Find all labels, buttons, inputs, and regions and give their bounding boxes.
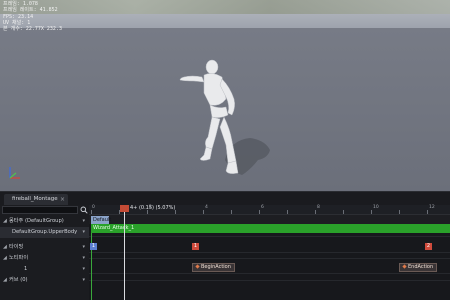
section-default[interactable]: Default	[91, 216, 111, 224]
search-icon[interactable]	[80, 206, 88, 214]
dropdown-arrow-icon[interactable]: ▾	[82, 242, 85, 253]
tick-label: 0	[92, 205, 95, 210]
lane-divider	[89, 273, 450, 274]
ruler-tick	[427, 210, 428, 214]
ruler-tick	[91, 210, 92, 214]
track-label: 노티파이	[9, 255, 29, 261]
lane-divider	[89, 236, 450, 237]
track-notifies[interactable]: ◢ 노티파이 ▾	[0, 253, 89, 264]
close-icon[interactable]: ×	[60, 194, 65, 205]
viewport[interactable]: 프레임: 1.078 프레임 레이트: 41.852 FPS: 23.14 UV…	[0, 0, 450, 191]
ruler-tick	[287, 210, 288, 214]
viewport-stats: 프레임: 1.078 프레임 레이트: 41.852 FPS: 23.14 UV…	[3, 1, 62, 32]
lane-divider	[89, 252, 450, 253]
tick-label: 8	[317, 205, 320, 210]
dropdown-arrow-icon[interactable]: ▾	[82, 216, 85, 227]
montage-tab-bar: fireball_Montage ×	[0, 191, 450, 206]
tree-line	[0, 0, 450, 14]
track-label: 타이밍	[9, 244, 24, 250]
track-curves[interactable]: ◢ 커브 (0) ▾	[0, 275, 89, 286]
track-list-panel: ◢ 몽타주 (DefaultGroup) ▾ DefaultGroup.Uppe…	[0, 205, 90, 300]
stat-line: 프레임 레이트: 41.852	[3, 7, 58, 14]
track-label: 1	[24, 266, 28, 272]
tick-label: 6	[261, 205, 264, 210]
notify-label: EndAction	[408, 264, 434, 270]
section-marker[interactable]: 2	[425, 243, 432, 250]
tick-label: 12	[429, 205, 435, 210]
dropdown-arrow-icon[interactable]: ▾	[82, 253, 85, 264]
track-timing[interactable]: ◢ 타이밍 ▾	[0, 242, 89, 253]
ruler-tick	[203, 210, 204, 214]
section-marker[interactable]: 1	[192, 243, 199, 250]
montage-timeline[interactable]: 0 2 4 6 8 10 12 Default Wizard_Attack_1	[89, 205, 450, 300]
track-label: 커브 (0)	[9, 277, 28, 283]
ruler-tick	[231, 210, 232, 214]
tick-label: 4	[205, 205, 208, 210]
search-input[interactable]	[2, 206, 78, 214]
expand-caret-icon[interactable]: ◢	[3, 242, 7, 253]
mannequin-character	[179, 59, 239, 174]
ruler-tick	[399, 210, 400, 214]
section-marker[interactable]: 1	[90, 243, 97, 250]
track-notify-1[interactable]: 1 ▾	[0, 264, 89, 275]
track-slot-upperbody[interactable]: DefaultGroup.UpperBody ▾	[0, 227, 89, 238]
segment-label: Wizard_Attack_1	[93, 225, 135, 231]
notify-diamond-icon	[195, 264, 200, 269]
dropdown-arrow-icon[interactable]: ▾	[82, 275, 85, 286]
lane-divider	[89, 258, 450, 259]
lane-divider	[89, 280, 450, 281]
track-label: 몽타주 (DefaultGroup)	[9, 218, 64, 224]
notify-label: BeginAction	[201, 264, 231, 270]
stat-line: 본 개수: 22.77X 232.3	[3, 26, 62, 33]
tab-fireball-montage[interactable]: fireball_Montage ×	[4, 194, 68, 205]
axis-gizmo-icon	[9, 167, 20, 179]
playhead-position: 4+ (0.15) (5.07%)	[130, 205, 176, 211]
notify-diamond-icon	[402, 264, 407, 269]
notify-begin-action[interactable]: BeginAction	[192, 263, 235, 272]
expand-caret-icon[interactable]: ◢	[3, 216, 7, 227]
notify-end-action[interactable]: EndAction	[399, 263, 438, 272]
tab-title: fireball_Montage	[12, 196, 58, 202]
slot-animation-segment[interactable]: Wizard_Attack_1	[91, 224, 450, 233]
dropdown-arrow-icon[interactable]: ▾	[82, 264, 85, 275]
dropdown-arrow-icon[interactable]: ▾	[82, 227, 85, 238]
expand-caret-icon[interactable]: ◢	[3, 253, 7, 264]
track-montage-group[interactable]: ◢ 몽타주 (DefaultGroup) ▾	[0, 216, 89, 227]
ruler-tick	[371, 210, 372, 214]
tick-label: 10	[373, 205, 379, 210]
ruler-tick	[259, 210, 260, 214]
expand-caret-icon[interactable]: ◢	[3, 275, 7, 286]
track-label: DefaultGroup.UpperBody	[12, 229, 78, 235]
playhead-handle[interactable]	[120, 205, 129, 212]
ruler-tick	[343, 210, 344, 214]
montage-editor: 프레임: 1.078 프레임 레이트: 41.852 FPS: 23.14 UV…	[0, 0, 450, 300]
montage-section-bar	[89, 215, 450, 224]
playhead-line[interactable]	[124, 205, 125, 300]
ruler-tick	[315, 210, 316, 214]
